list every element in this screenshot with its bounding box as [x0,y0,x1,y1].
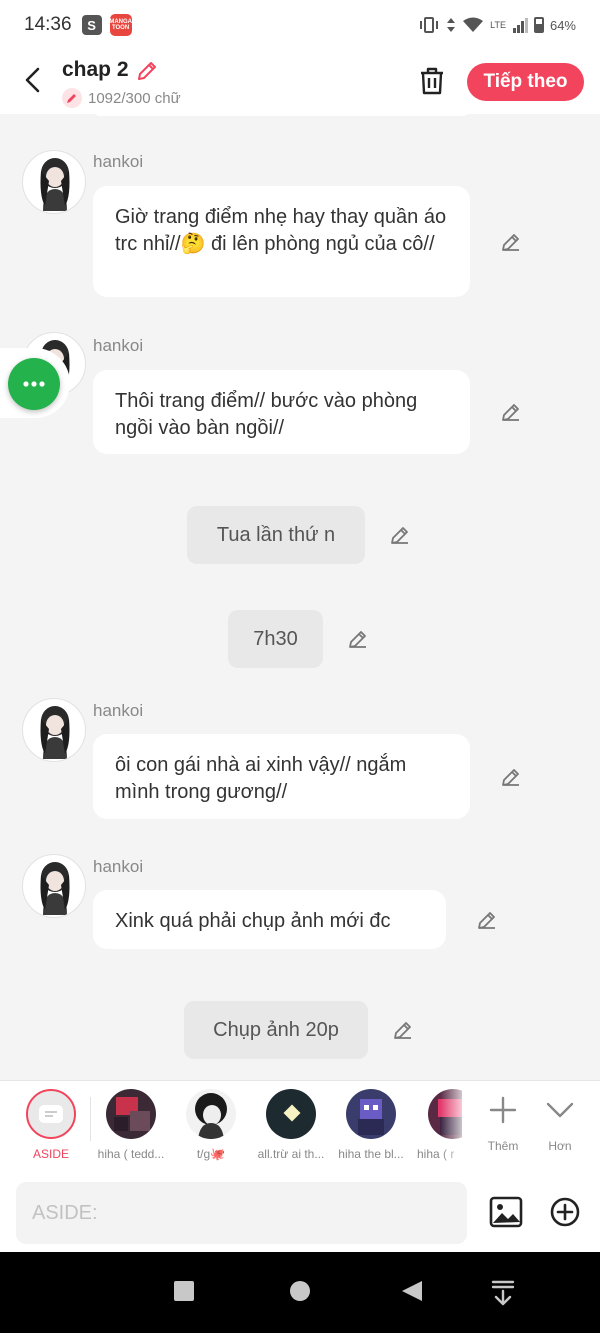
add-character-button[interactable]: Thêm [476,1093,530,1153]
recents-icon[interactable] [173,1280,195,1302]
avatar[interactable] [22,698,86,762]
edit-message-icon[interactable] [500,766,522,788]
word-count-text: 1092/300 chữ [88,89,181,107]
shopee-icon: S [81,15,102,35]
edit-message-icon[interactable] [347,628,369,650]
character-avatar [106,1089,156,1139]
more-label: Hơn [548,1139,572,1153]
add-circle-icon[interactable] [549,1196,581,1228]
pencil-icon [62,88,82,108]
message-bubble[interactable]: Giờ trang điểm nhẹ hay thay quần áo trc … [93,186,470,297]
character-item[interactable]: t/g🐙 [172,1089,250,1161]
battery-percent: 64% [549,17,576,33]
message-bubble[interactable]: Xink quá phải chụp ảnh mới đc [93,890,446,949]
author-name: hankoi [93,857,144,876]
edit-message-icon[interactable] [389,524,411,546]
back-button[interactable] [18,64,46,96]
edit-message-icon[interactable] [500,231,522,253]
narration-bubble[interactable]: Tua lần thứ n [187,506,365,564]
status-time: 14:36 [24,14,72,35]
narration-bubble[interactable]: 7h30 [228,610,323,668]
signal-icon [512,18,528,33]
edit-title-icon[interactable] [135,59,159,83]
character-item[interactable]: hiha ( tedd... [92,1089,170,1161]
divider [90,1097,91,1141]
trash-icon[interactable] [418,66,446,96]
image-icon[interactable] [489,1196,523,1228]
back-nav-icon[interactable] [401,1280,423,1302]
mangatoon-icon: MANGA TOON [109,14,132,36]
battery-icon [533,17,544,33]
network-type: LTE [490,20,506,30]
vibrate-icon [420,17,439,33]
avatar[interactable] [22,150,86,214]
message-bubble[interactable]: ôi con gái nhà ai xinh vậy// ngắm mình t… [93,734,470,819]
chat-bubble-icon [39,1105,63,1123]
character-avatar [266,1089,316,1139]
more-characters-button[interactable]: Hơn [533,1093,587,1153]
more-dots-icon [23,381,45,387]
input-bar [0,1172,600,1252]
plus-icon [489,1096,517,1124]
narration-bubble[interactable]: Chụp ảnh 20p [184,1001,368,1059]
character-bar: ASIDE hiha ( tedd... t/g🐙 all.trừ ai th.… [0,1080,600,1173]
avatar[interactable] [22,854,86,918]
character-name: all.trừ ai th... [257,1147,325,1161]
system-nav-bar [0,1252,600,1333]
character-avatar [186,1089,236,1139]
next-button[interactable]: Tiếp theo [467,63,584,101]
add-label: Thêm [487,1139,519,1153]
data-arrows-icon [447,18,456,32]
character-name: hiha the bl... [338,1147,404,1161]
character-avatar [346,1089,396,1139]
character-name: hiha ( tedd... [97,1147,165,1161]
aside-avatar [26,1089,76,1139]
character-name: ASIDE [32,1147,69,1161]
chat-area[interactable]: hankoi Giờ trang điểm nhẹ hay thay quần … [0,114,600,1080]
chapter-title[interactable]: chap 2 [62,58,129,82]
author-name: hankoi [93,336,144,355]
home-icon[interactable] [289,1280,311,1302]
edit-message-icon[interactable] [392,1019,414,1041]
edit-message-icon[interactable] [476,909,498,931]
character-aside[interactable]: ASIDE [12,1089,90,1161]
author-name: hankoi [93,152,144,171]
character-item[interactable]: hiha the bl... [332,1089,410,1161]
chevron-left-icon [25,67,40,93]
character-name: t/g🐙 [196,1147,226,1161]
message-bubble[interactable]: Thôi trang điểm// bước vào phòng ngồi và… [93,370,470,454]
previous-bubble-edge [93,114,470,116]
word-count: 1092/300 chữ [62,88,181,108]
author-name: hankoi [93,701,144,720]
edit-message-icon[interactable] [500,401,522,423]
wifi-icon [463,17,484,32]
message-input[interactable] [16,1182,467,1244]
floating-menu-button[interactable] [8,358,60,410]
scroll-fade [440,1081,470,1173]
notification-drawer-icon[interactable] [491,1280,515,1306]
status-bar: 14:36 S MANGA TOON LTE 64% [0,0,600,50]
chevron-down-icon [546,1102,574,1118]
character-item[interactable]: all.trừ ai th... [252,1089,330,1161]
header: chap 2 1092/300 chữ Tiếp theo [0,50,600,114]
